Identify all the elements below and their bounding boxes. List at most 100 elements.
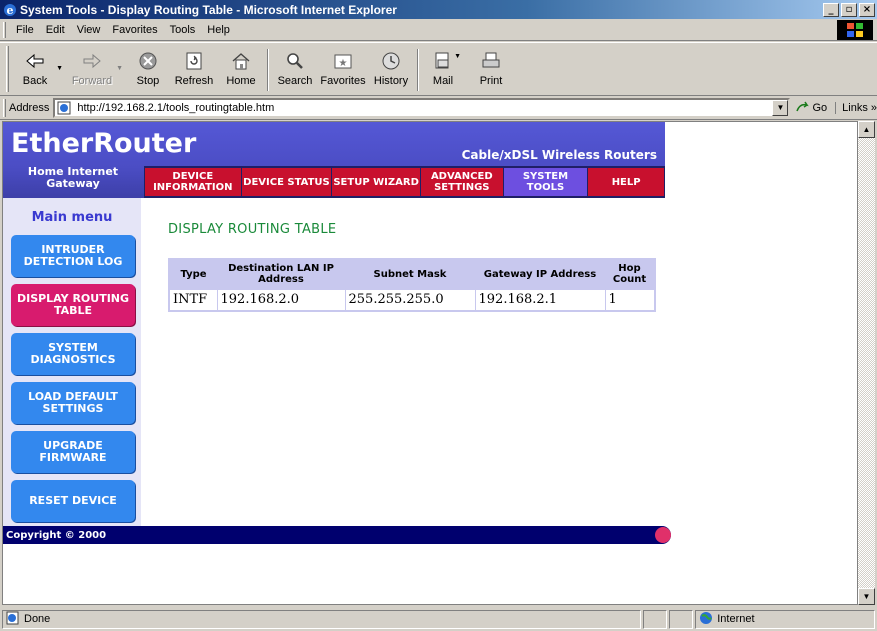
nav-help[interactable]: HELP bbox=[588, 168, 664, 196]
zone-text: Internet bbox=[717, 613, 755, 625]
favorites-label: Favorites bbox=[320, 75, 366, 87]
column-header: Destination LAN IP Address bbox=[217, 259, 345, 289]
close-button[interactable]: × bbox=[859, 2, 875, 17]
home-label: Home bbox=[226, 75, 256, 87]
address-input[interactable]: http://192.168.2.1/tools_routingtable.ht… bbox=[53, 98, 791, 118]
sidebar-item-reset-device[interactable]: RESET DEVICE bbox=[11, 480, 135, 522]
copyright-text: Copyright © 2000 bbox=[6, 529, 107, 541]
mail-dropdown-icon[interactable]: ▼ bbox=[454, 53, 461, 60]
menu-file[interactable]: File bbox=[10, 24, 40, 36]
windows-logo-icon bbox=[837, 20, 873, 40]
refresh-icon bbox=[182, 49, 206, 73]
favorites-icon: ★ bbox=[331, 49, 355, 73]
go-label: Go bbox=[812, 102, 828, 114]
nav-system-tools[interactable]: SYSTEM TOOLS bbox=[503, 168, 588, 196]
sidebar-item-display-routing-table[interactable]: DISPLAY ROUTING TABLE bbox=[11, 284, 135, 326]
column-header: Gateway IP Address bbox=[475, 259, 605, 289]
brand-tagline: Cable/xDSL Wireless Routers bbox=[461, 148, 657, 162]
minimize-button[interactable]: _ bbox=[823, 2, 839, 17]
print-label: Print bbox=[479, 75, 503, 87]
menu-grip bbox=[3, 21, 6, 38]
back-label: Back bbox=[22, 75, 48, 87]
status-panel-empty bbox=[669, 609, 694, 629]
page-icon bbox=[57, 101, 73, 115]
window-title-bar[interactable]: e System Tools - Display Routing Table -… bbox=[0, 0, 877, 19]
internet-globe-icon bbox=[699, 611, 713, 628]
history-button[interactable]: History bbox=[369, 43, 413, 95]
search-button[interactable]: Search bbox=[273, 43, 317, 95]
standard-toolbar: Back ▼ Forward ▼ Stop Refresh Home Searc… bbox=[0, 42, 877, 96]
home-button[interactable]: Home bbox=[219, 43, 263, 95]
scroll-up-icon[interactable]: ▲ bbox=[858, 121, 875, 138]
mail-icon bbox=[431, 49, 455, 73]
nav-device-information[interactable]: DEVICE INFORMATION bbox=[145, 168, 241, 196]
back-arrow-icon bbox=[23, 49, 47, 73]
brand-subtitle: Home Internet Gateway bbox=[27, 165, 119, 190]
status-text: Done bbox=[24, 613, 51, 625]
column-header: Type bbox=[169, 259, 217, 289]
favorites-button[interactable]: ★ Favorites bbox=[317, 43, 369, 95]
copyright-footer: Copyright © 2000 bbox=[3, 526, 671, 544]
address-label: Address bbox=[8, 102, 50, 114]
svg-text:★: ★ bbox=[339, 58, 348, 69]
footer-dot-icon bbox=[655, 527, 671, 543]
table-cell: INTF bbox=[168, 288, 218, 312]
vertical-scrollbar[interactable]: ▲ ▼ bbox=[858, 121, 875, 605]
sidebar-item-intruder-detection-log[interactable]: INTRUDER DETECTION LOG bbox=[11, 235, 135, 277]
table-cell: 192.168.2.1 bbox=[474, 288, 606, 312]
stop-label: Stop bbox=[136, 75, 160, 87]
browser-content: EtherRouter Cable/xDSL Wireless Routers … bbox=[2, 121, 858, 605]
search-label: Search bbox=[277, 75, 313, 87]
forward-label: Forward bbox=[71, 75, 113, 87]
table-cell: 192.168.2.0 bbox=[216, 288, 346, 312]
maximize-button[interactable]: ▫ bbox=[841, 2, 857, 17]
menu-tools[interactable]: Tools bbox=[164, 24, 202, 36]
top-nav: DEVICE INFORMATION DEVICE STATUS SETUP W… bbox=[144, 166, 665, 198]
go-button[interactable]: Go bbox=[796, 101, 827, 116]
links-button[interactable]: Links » bbox=[835, 102, 877, 114]
sidebar-item-load-default-settings[interactable]: LOAD DEFAULT SETTINGS bbox=[11, 382, 135, 424]
scroll-down-icon[interactable]: ▼ bbox=[858, 588, 875, 605]
table-cell: 1 bbox=[604, 288, 656, 312]
back-dropdown-icon[interactable]: ▼ bbox=[56, 65, 63, 72]
history-label: History bbox=[373, 75, 409, 87]
menu-bar: File Edit View Favorites Tools Help bbox=[0, 19, 877, 41]
menu-view[interactable]: View bbox=[71, 24, 107, 36]
router-header: EtherRouter Cable/xDSL Wireless Routers … bbox=[3, 122, 665, 198]
menu-help[interactable]: Help bbox=[201, 24, 236, 36]
stop-button[interactable]: Stop bbox=[127, 43, 169, 95]
security-zone: Internet bbox=[695, 609, 876, 629]
forward-button[interactable]: Forward ▼ bbox=[67, 43, 123, 95]
nav-device-status[interactable]: DEVICE STATUS bbox=[241, 168, 332, 196]
toolbar-separator bbox=[267, 49, 269, 91]
menu-favorites[interactable]: Favorites bbox=[106, 24, 163, 36]
sidebar-item-upgrade-firmware[interactable]: UPGRADE FIRMWARE bbox=[11, 431, 135, 473]
status-panel-empty bbox=[643, 609, 668, 629]
status-panel: Done bbox=[2, 609, 642, 629]
back-button[interactable]: Back ▼ bbox=[13, 43, 63, 95]
internet-explorer-icon: e bbox=[2, 2, 18, 18]
home-icon bbox=[229, 49, 253, 73]
brand-logo: EtherRouter bbox=[11, 128, 197, 159]
mail-label: Mail bbox=[432, 75, 454, 87]
history-icon bbox=[379, 49, 403, 73]
page-title: DISPLAY ROUTING TABLE bbox=[168, 222, 337, 237]
forward-dropdown-icon[interactable]: ▼ bbox=[116, 65, 123, 72]
forward-arrow-icon bbox=[80, 49, 104, 73]
nav-setup-wizard[interactable]: SETUP WIZARD bbox=[332, 168, 420, 196]
address-url: http://192.168.2.1/tools_routingtable.ht… bbox=[77, 102, 275, 114]
refresh-button[interactable]: Refresh bbox=[169, 43, 219, 95]
column-header: Hop Count bbox=[605, 259, 655, 289]
print-icon bbox=[479, 49, 503, 73]
address-dropdown-icon[interactable]: ▼ bbox=[772, 100, 789, 116]
stop-icon bbox=[136, 49, 160, 73]
sidebar-item-system-diagnostics[interactable]: SYSTEM DIAGNOSTICS bbox=[11, 333, 135, 375]
toolbar-separator bbox=[417, 49, 419, 91]
mail-button[interactable]: Mail ▼ bbox=[423, 43, 463, 95]
refresh-label: Refresh bbox=[174, 75, 214, 87]
table-cell: 255.255.255.0 bbox=[344, 288, 476, 312]
menu-edit[interactable]: Edit bbox=[40, 24, 71, 36]
table-row: INTF 192.168.2.0 255.255.255.0 192.168.2… bbox=[168, 288, 656, 312]
nav-advanced-settings[interactable]: ADVANCED SETTINGS bbox=[420, 168, 503, 196]
print-button[interactable]: Print bbox=[471, 43, 511, 95]
